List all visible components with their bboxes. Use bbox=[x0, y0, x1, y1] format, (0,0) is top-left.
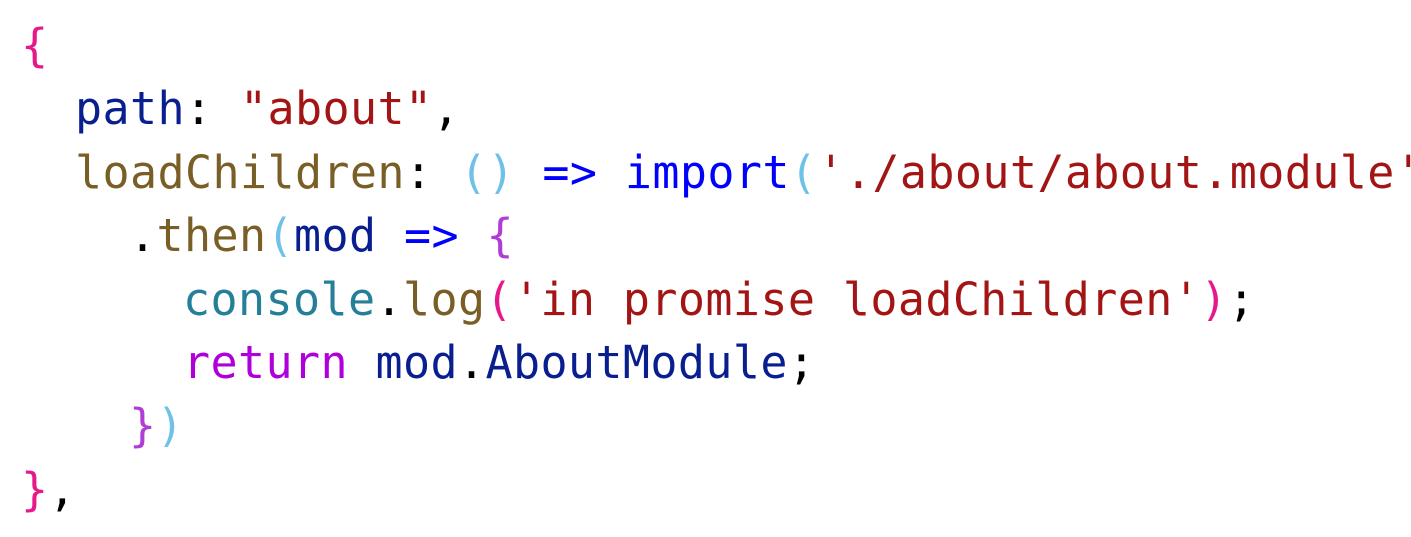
code-token: . bbox=[375, 272, 403, 326]
code-token: ( bbox=[789, 145, 818, 199]
code-token: ; bbox=[787, 335, 816, 389]
code-token: 'in promise loadChildren' bbox=[512, 272, 1201, 326]
code-token: ( bbox=[485, 272, 513, 326]
code-token: import bbox=[624, 145, 790, 199]
code-token: => bbox=[403, 209, 459, 263]
code-line: loadChildren: () => import('./about/abou… bbox=[21, 141, 1411, 204]
code-token: { bbox=[21, 19, 49, 72]
code-token: log bbox=[402, 272, 486, 326]
code-token: ; bbox=[1227, 272, 1256, 326]
code-token: then bbox=[156, 209, 267, 263]
code-token: path bbox=[75, 82, 185, 136]
code-token: loadChildren bbox=[75, 145, 405, 199]
code-line: return mod.AboutModule; bbox=[21, 331, 1401, 394]
code-token: ( bbox=[266, 209, 294, 263]
code-token: : bbox=[184, 82, 240, 136]
code-token: () bbox=[459, 145, 515, 199]
code-token: "about" bbox=[239, 82, 433, 136]
code-token: , bbox=[48, 462, 76, 516]
code-token: return bbox=[183, 335, 348, 389]
code-token: } bbox=[129, 399, 157, 453]
code-line: }) bbox=[21, 394, 1401, 457]
code-token: ) bbox=[1200, 272, 1228, 326]
code-token: . bbox=[457, 335, 486, 389]
code-line: path: "about", bbox=[21, 77, 1401, 140]
code-line: { bbox=[21, 14, 1401, 77]
code-line: }, bbox=[21, 458, 1401, 521]
code-token: mod bbox=[375, 335, 458, 389]
code-view[interactable]: {path: "about", loadChildren: () => impor… bbox=[21, 14, 1411, 524]
code-line: .then(mod => { bbox=[21, 204, 1401, 267]
code-token: : bbox=[404, 145, 460, 199]
code-token: , bbox=[432, 82, 460, 136]
code-token: AboutModule bbox=[485, 335, 788, 389]
code-line: console.log('in promise loadChildren'); bbox=[21, 268, 1401, 331]
code-token: ) bbox=[156, 399, 184, 453]
code-token: { bbox=[486, 209, 514, 263]
code-token: './about/about.module' bbox=[817, 145, 1411, 199]
code-token: => bbox=[542, 145, 598, 199]
code-token: } bbox=[21, 462, 49, 516]
code-token: mod bbox=[293, 209, 377, 263]
code-token: console bbox=[183, 272, 376, 326]
code-token: . bbox=[129, 209, 157, 263]
